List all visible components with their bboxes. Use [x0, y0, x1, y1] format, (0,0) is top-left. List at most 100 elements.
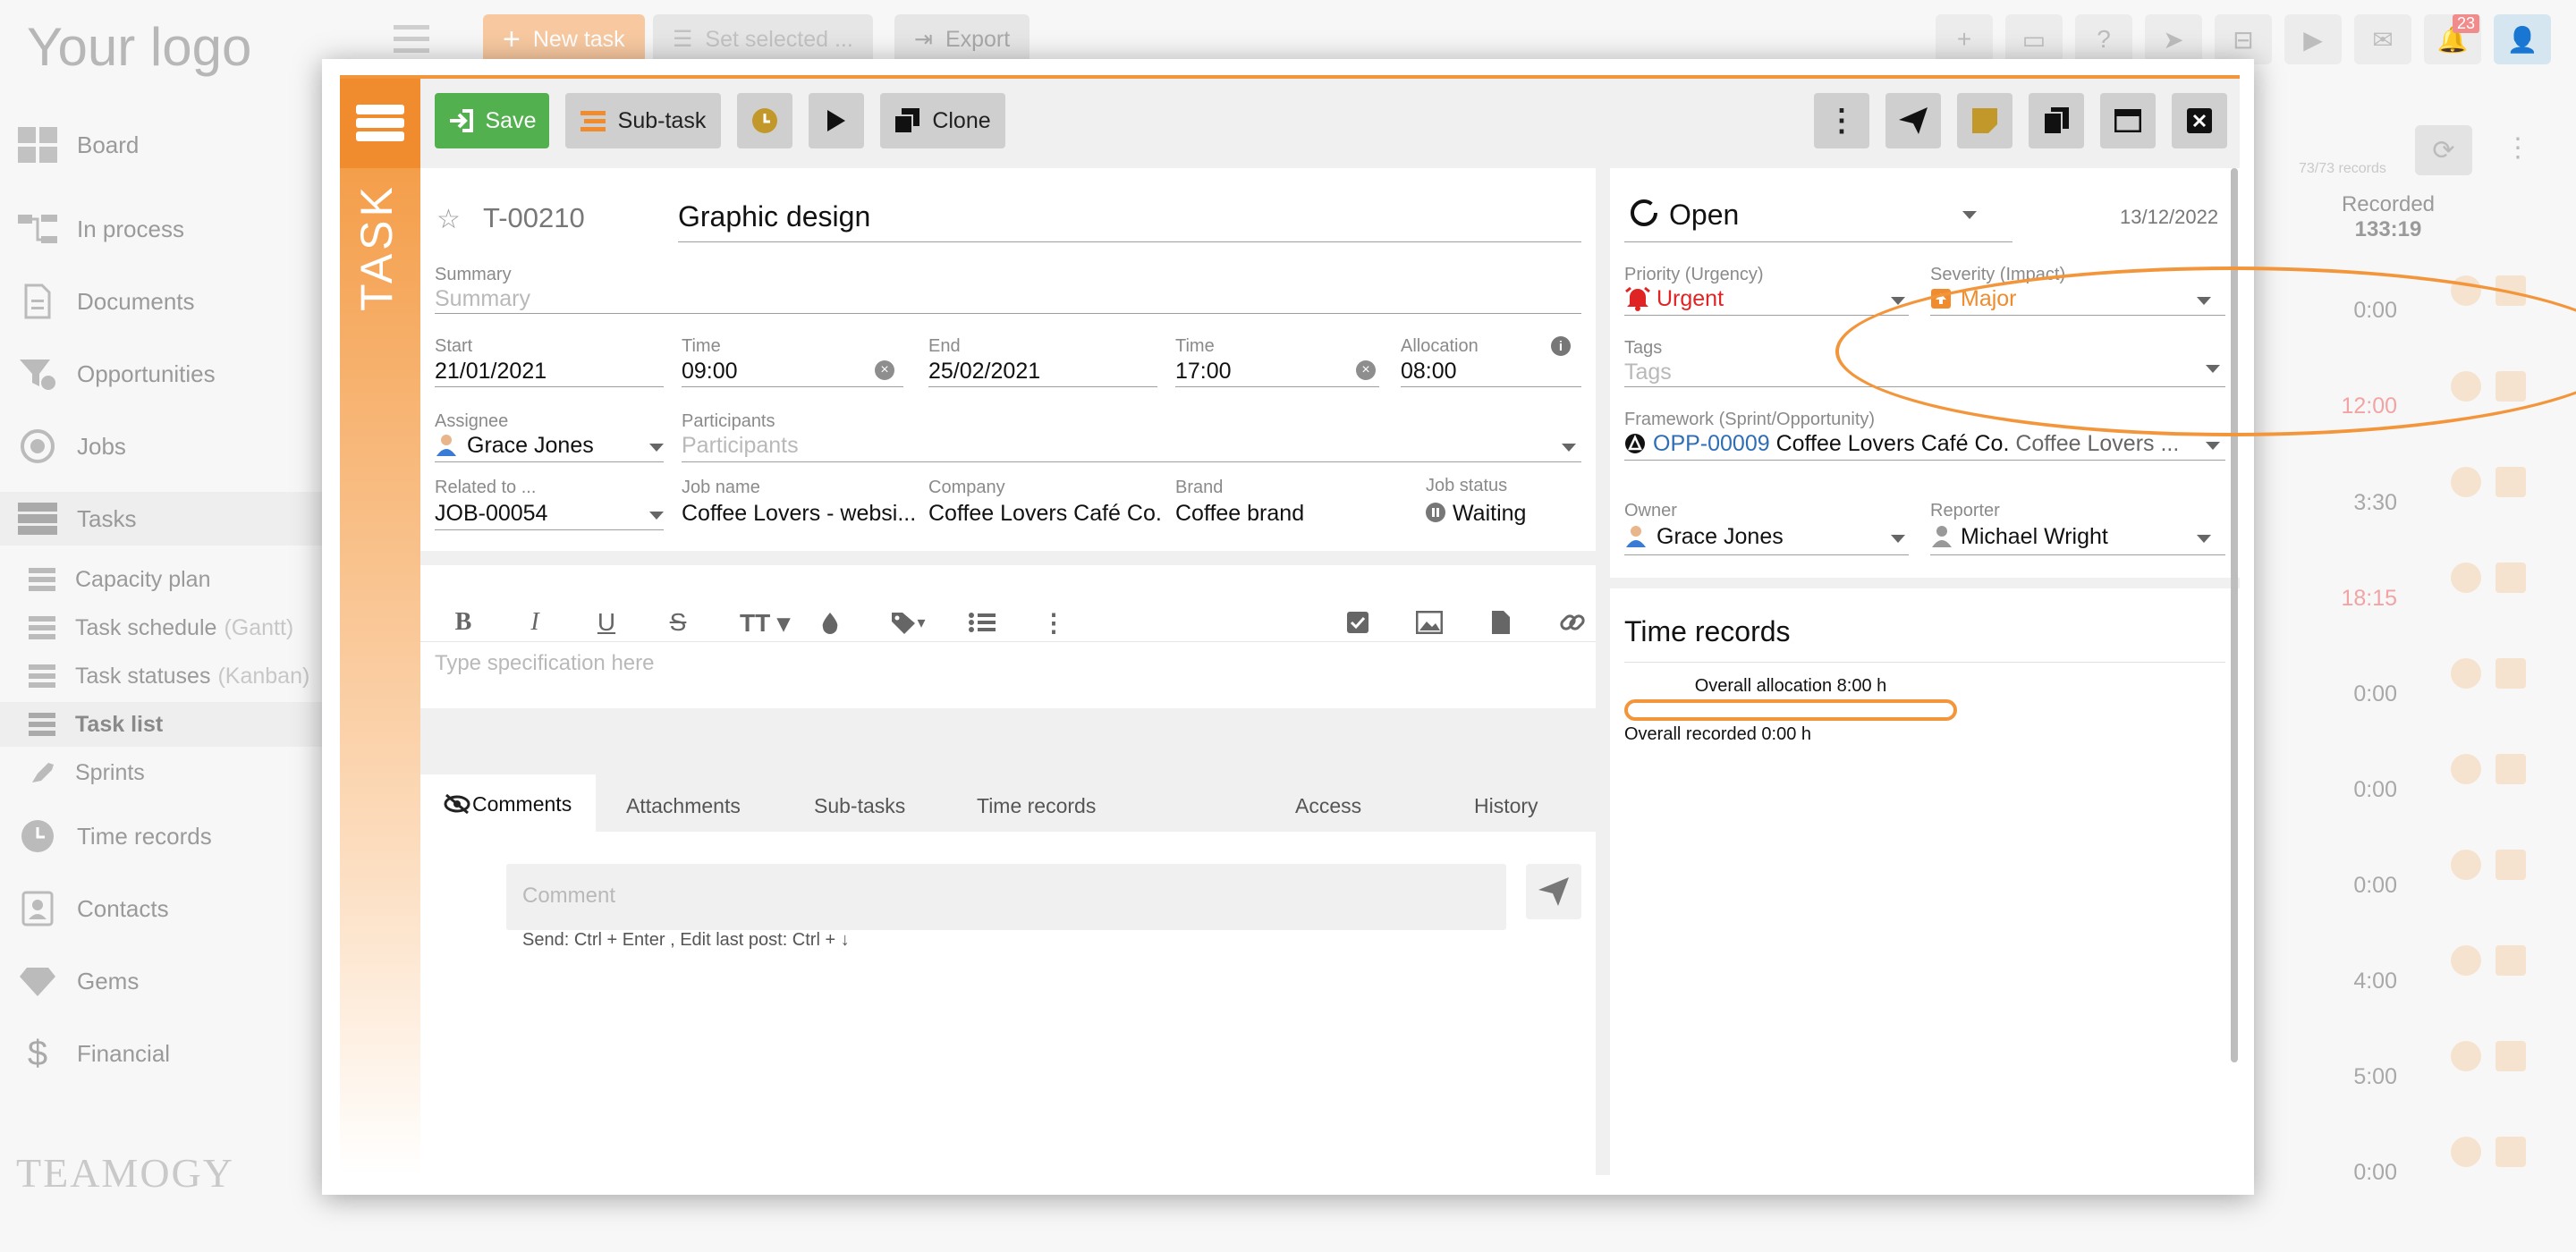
- chat-icon[interactable]: ✉: [2354, 14, 2411, 64]
- sidebar-item-gems[interactable]: Gems: [18, 954, 139, 1008]
- sidebar-item-contacts[interactable]: Contacts: [18, 882, 169, 935]
- clone-button[interactable]: Clone: [880, 93, 1005, 148]
- tab-comments[interactable]: Comments: [420, 774, 596, 832]
- clear-start-icon[interactable]: ×: [875, 360, 894, 380]
- sidebar-item-opportunities[interactable]: Opportunities: [18, 347, 216, 401]
- play-icon[interactable]: [2496, 1041, 2526, 1071]
- hamburger-icon[interactable]: [394, 23, 429, 60]
- sidebar-item-board[interactable]: Board: [18, 118, 139, 172]
- allocation-input[interactable]: 08:00: [1401, 359, 1457, 385]
- timer-icon[interactable]: [2451, 563, 2481, 593]
- summary-input[interactable]: Summary: [435, 286, 530, 312]
- link-icon[interactable]: [1556, 606, 1589, 639]
- tag-icon[interactable]: ▾: [877, 606, 939, 639]
- timer-button[interactable]: [737, 93, 792, 148]
- italic-icon[interactable]: I: [519, 606, 551, 639]
- note-icon[interactable]: ▭: [2005, 14, 2063, 64]
- start-date-input[interactable]: 21/01/2021: [435, 359, 547, 385]
- related-select[interactable]: JOB-00054: [435, 501, 547, 527]
- end-date-input[interactable]: 25/02/2021: [928, 359, 1040, 385]
- chevron-down-icon[interactable]: [1962, 211, 1977, 219]
- info-icon[interactable]: i: [1551, 336, 1571, 356]
- underline-icon[interactable]: U: [590, 606, 623, 639]
- star-icon[interactable]: ☆: [436, 204, 461, 235]
- chevron-down-icon[interactable]: [2197, 535, 2211, 543]
- chevron-down-icon[interactable]: [649, 512, 664, 520]
- timer-icon[interactable]: [2451, 467, 2481, 497]
- sidebar-item-task-list[interactable]: Task list: [29, 698, 163, 751]
- image-icon[interactable]: [1413, 606, 1445, 639]
- tab-access[interactable]: Access: [1295, 794, 1361, 818]
- sidebar-item-financial[interactable]: $ Financial: [18, 1027, 170, 1080]
- more-actions-button[interactable]: ⋮: [1814, 93, 1869, 148]
- bell-icon[interactable]: 🔔 23: [2424, 14, 2481, 64]
- assignee-select[interactable]: Grace Jones: [467, 433, 594, 459]
- sidebar-item-sprints[interactable]: Sprints: [29, 746, 145, 799]
- tab-attachments[interactable]: Attachments: [626, 794, 741, 818]
- start-time-input[interactable]: 09:00: [682, 359, 738, 385]
- add-icon[interactable]: +: [1936, 14, 1993, 64]
- color-drop-icon[interactable]: [814, 606, 846, 639]
- play-icon[interactable]: [2496, 945, 2526, 976]
- play-icon[interactable]: [2496, 1137, 2526, 1167]
- bullet-list-icon[interactable]: [966, 606, 998, 639]
- set-selected-button[interactable]: ☰ Set selected ...: [653, 14, 873, 64]
- save-button[interactable]: Save: [435, 93, 549, 148]
- play-icon[interactable]: [2496, 467, 2526, 497]
- clear-end-icon[interactable]: ×: [1356, 360, 1376, 380]
- status-select[interactable]: Open: [1669, 199, 1739, 232]
- sidebar-item-jobs[interactable]: Jobs: [18, 419, 126, 473]
- sidebar-item-task-statuses[interactable]: Task statuses (Kanban): [29, 649, 309, 703]
- chevron-down-icon[interactable]: [1891, 535, 1905, 543]
- sidebar-item-task-schedule[interactable]: Task schedule (Gantt): [29, 601, 293, 655]
- specification-input[interactable]: Type specification here: [435, 651, 654, 676]
- priority-select[interactable]: Urgent: [1657, 286, 1724, 312]
- timer-icon[interactable]: [2451, 945, 2481, 976]
- text-size-icon[interactable]: TT ▾: [733, 606, 796, 639]
- timer-icon[interactable]: [2451, 1137, 2481, 1167]
- sidebar-item-in-process[interactable]: In process: [18, 202, 184, 256]
- tab-time-records[interactable]: Time records: [977, 794, 1096, 818]
- send-comment-button[interactable]: [1526, 864, 1581, 919]
- more-icon[interactable]: ⋮: [2504, 132, 2531, 164]
- tab-subtasks[interactable]: Sub-tasks: [814, 794, 905, 818]
- timer-icon[interactable]: [2451, 850, 2481, 880]
- file-icon[interactable]: [1485, 606, 1517, 639]
- task-name-input[interactable]: Graphic design: [678, 200, 1581, 233]
- sidebar-item-documents[interactable]: Documents: [18, 275, 195, 328]
- refresh-icon[interactable]: ⟳: [2415, 125, 2472, 175]
- tab-history[interactable]: History: [1474, 794, 1538, 818]
- framework-select[interactable]: OPP-00009 Coffee Lovers Café Co. Coffee …: [1653, 431, 2199, 457]
- help-icon[interactable]: ?: [2075, 14, 2132, 64]
- sidebar-item-time-records[interactable]: Time records: [18, 809, 212, 863]
- comment-input[interactable]: Comment: [506, 864, 1506, 930]
- inbox-icon[interactable]: ⊟: [2215, 14, 2272, 64]
- close-button[interactable]: [2172, 93, 2227, 148]
- send-icon[interactable]: ➤: [2145, 14, 2202, 64]
- chevron-down-icon[interactable]: [1562, 444, 1576, 452]
- play-button[interactable]: [809, 93, 864, 148]
- timer-icon[interactable]: [2451, 754, 2481, 784]
- maximize-button[interactable]: [2100, 93, 2156, 148]
- subtask-button[interactable]: Sub-task: [565, 93, 721, 148]
- chevron-down-icon[interactable]: [2206, 442, 2220, 450]
- timer-icon[interactable]: [2451, 658, 2481, 689]
- avatar[interactable]: 👤: [2494, 14, 2551, 64]
- timer-icon[interactable]: [2451, 1041, 2481, 1071]
- sidebar-item-capacity-plan[interactable]: Capacity plan: [29, 553, 210, 606]
- reporter-select[interactable]: Michael Wright: [1961, 524, 2108, 550]
- tags-select[interactable]: Tags: [1624, 360, 1672, 385]
- export-button[interactable]: ⇥ Export: [894, 14, 1030, 64]
- sidebar-item-tasks[interactable]: Tasks: [18, 492, 136, 546]
- sticky-note-button[interactable]: [1957, 93, 2012, 148]
- duplicate-button[interactable]: [2029, 93, 2084, 148]
- new-task-button[interactable]: + New task: [483, 14, 645, 64]
- end-time-input[interactable]: 17:00: [1175, 359, 1232, 385]
- owner-select[interactable]: Grace Jones: [1657, 524, 1784, 550]
- play-icon[interactable]: [2496, 754, 2526, 784]
- send-button[interactable]: [1885, 93, 1941, 148]
- chevron-down-icon[interactable]: [649, 444, 664, 452]
- play-icon[interactable]: [2496, 563, 2526, 593]
- play-icon[interactable]: [2496, 658, 2526, 689]
- video-icon[interactable]: ▶: [2284, 14, 2342, 64]
